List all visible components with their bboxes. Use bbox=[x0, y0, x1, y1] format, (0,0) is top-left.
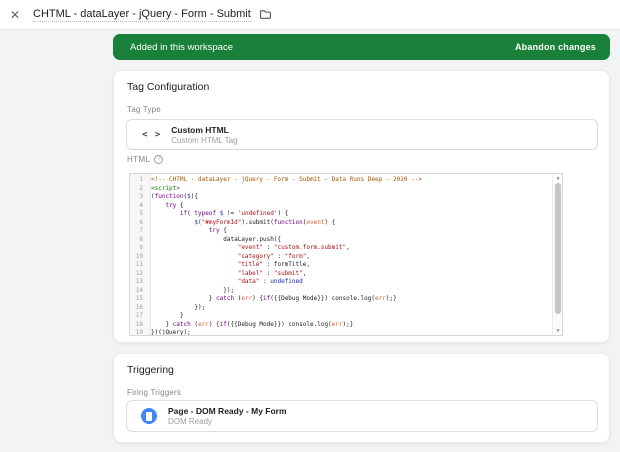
html-label: HTML bbox=[127, 155, 150, 164]
banner-message: Added in this workspace bbox=[130, 42, 233, 53]
code-line: 18 } catch (err) {if({{Debug Mode}}) con… bbox=[130, 321, 552, 330]
help-icon[interactable]: ? bbox=[154, 155, 163, 164]
code-line: 17 } bbox=[130, 312, 552, 321]
folder-icon[interactable] bbox=[259, 8, 272, 21]
html-code-editor[interactable]: 1<!-- CHTML - dataLayer - jQuery - Form … bbox=[129, 173, 563, 336]
code-lines: 1<!-- CHTML - dataLayer - jQuery - Form … bbox=[130, 176, 552, 336]
code-line: 12 "label" : "submit", bbox=[130, 270, 552, 279]
triggering-title: Triggering bbox=[114, 354, 609, 376]
code-line: 16 }); bbox=[130, 304, 552, 313]
trigger-type: DOM Ready bbox=[168, 417, 287, 426]
tag-type-name: Custom HTML bbox=[171, 125, 237, 135]
code-line: 7 try { bbox=[130, 227, 552, 236]
page-trigger-icon bbox=[141, 408, 157, 424]
code-line: 8 dataLayer.push({ bbox=[130, 236, 552, 245]
triggering-card: Triggering Firing Triggers Page - DOM Re… bbox=[113, 353, 610, 443]
tag-name-title[interactable]: CHTML - dataLayer - jQuery - Form - Subm… bbox=[33, 8, 251, 22]
scroll-up-icon[interactable]: ▲ bbox=[553, 174, 563, 182]
code-line: 15 } catch (err) {if({{Debug Mode}}) con… bbox=[130, 295, 552, 304]
code-line: 1<!-- CHTML - dataLayer - jQuery - Form … bbox=[130, 176, 552, 185]
topbar: ✕ CHTML - dataLayer - jQuery - Form - Su… bbox=[0, 0, 620, 30]
trigger-name: Page - DOM Ready - My Form bbox=[168, 406, 287, 416]
tag-configuration-title: Tag Configuration bbox=[114, 71, 609, 93]
scrollbar-thumb[interactable] bbox=[555, 183, 561, 314]
code-line: 6 $("#myFormId").submit(function(event) … bbox=[130, 219, 552, 228]
code-line: 11 "title" : formTitle, bbox=[130, 261, 552, 270]
code-line: 5 if( typeof $ != 'undefined') { bbox=[130, 210, 552, 219]
tag-configuration-card: Tag Configuration Tag Type < > Custom HT… bbox=[113, 70, 610, 343]
workspace-banner: Added in this workspace Abandon changes bbox=[113, 34, 610, 60]
abandon-changes-button[interactable]: Abandon changes bbox=[515, 42, 596, 52]
scroll-down-icon[interactable]: ▼ bbox=[553, 327, 563, 335]
tag-type-label: Tag Type bbox=[114, 93, 609, 114]
code-line: 14 }); bbox=[130, 287, 552, 296]
editor-scrollbar[interactable]: ▲ ▼ bbox=[552, 174, 562, 335]
code-line: 9 "event" : "custom.form.submit", bbox=[130, 244, 552, 253]
code-line: 4 try { bbox=[130, 202, 552, 211]
code-line: 10 "category" : "form", bbox=[130, 253, 552, 262]
code-line: 13 "data" : undefined bbox=[130, 278, 552, 287]
code-line: 19})(jQuery); bbox=[130, 329, 552, 336]
code-brackets-icon: < > bbox=[142, 130, 161, 140]
code-line: 3(function($){ bbox=[130, 193, 552, 202]
tag-type-selector[interactable]: < > Custom HTML Custom HTML Tag bbox=[126, 119, 598, 150]
close-icon[interactable]: ✕ bbox=[0, 8, 30, 22]
tag-type-description: Custom HTML Tag bbox=[171, 136, 237, 145]
firing-trigger-row[interactable]: Page - DOM Ready - My Form DOM Ready bbox=[126, 400, 598, 432]
html-field-header: HTML ? bbox=[127, 155, 163, 164]
code-line: 2<script> bbox=[130, 185, 552, 194]
firing-triggers-label: Firing Triggers bbox=[114, 376, 609, 397]
content-area: Added in this workspace Abandon changes … bbox=[0, 30, 620, 452]
